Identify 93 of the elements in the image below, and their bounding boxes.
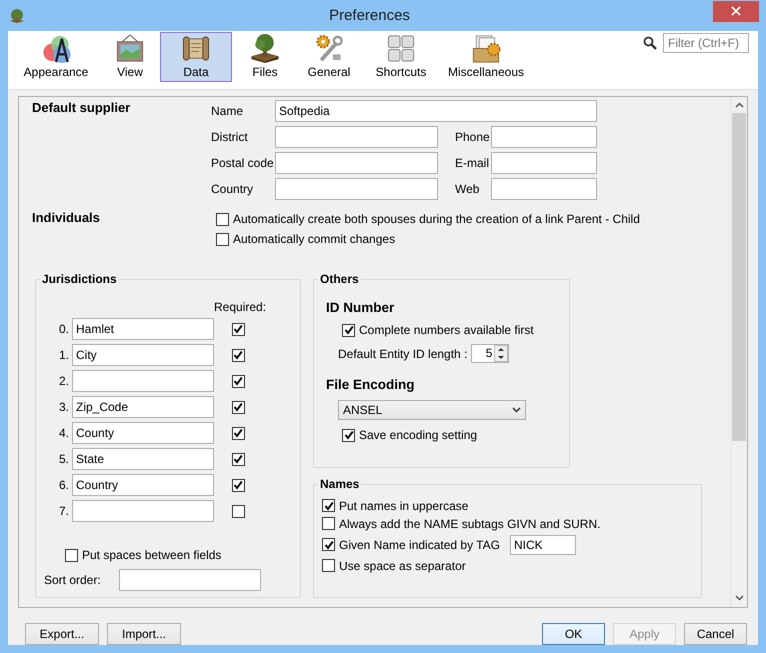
row-number: 6. [58, 478, 70, 492]
scrollbar[interactable] [730, 97, 747, 607]
field-label: Default Entity ID length : [338, 346, 468, 360]
field-label: E-mail [454, 156, 490, 170]
checkbox[interactable] [322, 517, 335, 530]
close-button[interactable] [713, 0, 759, 22]
dialog-button[interactable]: Cancel [684, 623, 747, 645]
subsection-heading: ID Number [326, 300, 396, 315]
checkbox[interactable] [232, 348, 244, 362]
checkbox-label: Given Name indicated by TAG [339, 538, 500, 552]
field-label: Name [211, 104, 244, 118]
group-title: Names [318, 476, 362, 491]
checkbox[interactable] [232, 374, 244, 388]
text-field[interactable] [72, 370, 214, 392]
text-field[interactable] [275, 126, 438, 148]
toolbar-tab[interactable]: Shortcuts [360, 32, 442, 82]
checkbox[interactable] [322, 538, 335, 552]
row-number: 3. [58, 400, 70, 414]
app-tree-icon [8, 8, 26, 24]
checkbox[interactable] [322, 499, 335, 512]
toolbar-tab[interactable]: Appearance [12, 32, 100, 82]
number-spinner[interactable]: 5 [471, 344, 510, 363]
field-label: Sort order: [44, 572, 101, 586]
checkbox-label: Automatically create both spouses during the creation of a link Parent - Child [233, 212, 640, 226]
field-label: Postal code [211, 156, 275, 170]
checkbox[interactable] [232, 400, 244, 414]
checkbox-label: Put spaces between fields [82, 548, 222, 562]
toolbar-tab[interactable]: Miscellaneous [442, 32, 530, 82]
checkbox[interactable] [342, 428, 355, 442]
encoding-dropdown[interactable]: ANSEL [338, 400, 526, 420]
row-number: 5. [58, 452, 70, 466]
text-field[interactable] [275, 178, 438, 200]
framed-picture-icon [114, 33, 146, 64]
checkbox[interactable] [232, 322, 244, 336]
dialog-button[interactable]: Import... [107, 623, 181, 645]
row-number: 0. [58, 322, 70, 336]
tree-icon [249, 33, 281, 64]
filter-field[interactable]: Filter (Ctrl+F) [663, 33, 749, 53]
chevron-down-icon [512, 407, 521, 413]
text-field[interactable]: Zip_Code [72, 396, 214, 418]
text-field[interactable]: State [72, 448, 214, 470]
checkbox[interactable] [322, 559, 335, 572]
checkbox-label: Save encoding setting [359, 428, 478, 442]
checkbox[interactable] [232, 504, 244, 518]
checkbox-label: Complete numbers available first [359, 323, 534, 337]
text-field[interactable] [72, 500, 214, 522]
text-field[interactable]: NICK [510, 534, 576, 555]
text-field[interactable]: Country [72, 474, 214, 496]
checkbox[interactable] [216, 232, 229, 246]
window-title: Preferences [328, 7, 411, 24]
chevron-up-icon[interactable] [734, 102, 744, 108]
text-field[interactable] [491, 178, 597, 200]
text-field[interactable] [491, 126, 597, 148]
field-label: District [211, 130, 249, 144]
text-field[interactable] [275, 152, 438, 174]
checkbox[interactable] [216, 212, 229, 226]
toolbar-tab[interactable]: General [298, 32, 360, 82]
row-number: 7. [58, 504, 70, 518]
checkbox[interactable] [65, 548, 78, 562]
field-label: Web [454, 182, 480, 196]
search-icon [643, 36, 657, 50]
toolbar-tab[interactable]: Data [160, 32, 232, 82]
row-number: 2. [58, 374, 70, 388]
row-number: 4. [58, 426, 70, 440]
checkbox[interactable] [232, 478, 244, 492]
field-label: Country [211, 182, 254, 196]
checkbox-label: Always add the NAME subtags GIVN and SURN. [339, 516, 600, 531]
checkbox-label: Automatically commit changes [233, 232, 396, 246]
section-heading: Individuals [32, 210, 101, 227]
group-title: Jurisdictions [40, 272, 119, 286]
section-heading: Default supplier [32, 100, 132, 117]
text-field[interactable] [118, 568, 261, 590]
text-field[interactable]: County [72, 422, 214, 444]
text-field[interactable]: Hamlet [72, 318, 214, 340]
subsection-heading: File Encoding [326, 377, 416, 392]
checkbox[interactable] [342, 324, 355, 336]
text-field[interactable]: Softpedia [275, 100, 597, 122]
dialog-button[interactable]: OK [542, 623, 605, 645]
toolbar-tab[interactable]: Files [232, 32, 298, 82]
toolbar-tab[interactable]: View [100, 32, 160, 82]
dialog-button[interactable]: Export... [25, 623, 99, 645]
close-icon [731, 6, 741, 16]
checkbox-label: Use space as separator [339, 558, 466, 573]
checkbox-label: Put names in uppercase [339, 498, 468, 513]
checkbox[interactable] [232, 426, 244, 440]
text-field[interactable]: City [72, 344, 214, 366]
text-field[interactable] [491, 152, 597, 174]
checkbox[interactable] [232, 452, 244, 466]
spinner-arrows-icon[interactable] [494, 345, 508, 362]
row-number: 1. [58, 348, 70, 362]
chevron-down-icon[interactable] [734, 595, 744, 601]
group-title: Others [318, 272, 361, 286]
field-label: Phone [454, 130, 491, 144]
